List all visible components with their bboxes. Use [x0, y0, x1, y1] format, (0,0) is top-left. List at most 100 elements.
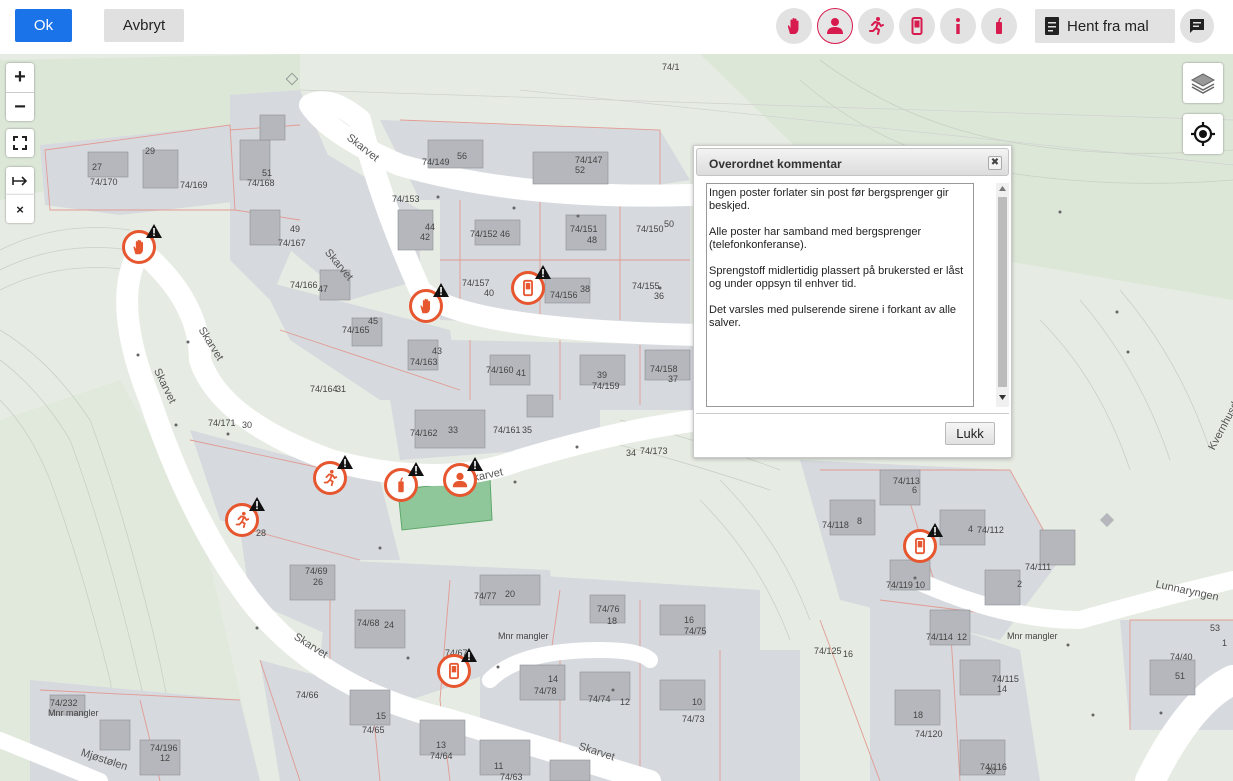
- cancel-button[interactable]: Avbryt: [104, 9, 184, 42]
- map-label: 74/112: [977, 525, 1004, 535]
- map-label: 74/169: [180, 180, 208, 190]
- map-label: 74/163: [410, 357, 438, 367]
- map-label: 74/151: [570, 224, 598, 234]
- clear-measure-button[interactable]: ×: [6, 195, 34, 223]
- chat-bubble-icon: [1190, 19, 1204, 33]
- map-label: 74/160: [486, 365, 514, 375]
- map-label: 74/63: [500, 772, 523, 781]
- post-type-guard-button[interactable]: [817, 8, 853, 44]
- post-type-runner-button[interactable]: [858, 8, 894, 44]
- scroll-up-icon[interactable]: [999, 186, 1006, 191]
- map-label: 8: [857, 516, 863, 526]
- map-label: 18: [913, 710, 924, 720]
- mobile-phone-icon: [911, 17, 923, 35]
- person-guard-icon: [827, 18, 843, 34]
- post-marker-phone[interactable]: [511, 265, 551, 305]
- mobile-phone-icon: [915, 537, 925, 555]
- map-label: 74/120: [915, 729, 943, 739]
- map-label: 74/115: [992, 674, 1019, 684]
- running-person-icon: [869, 17, 884, 35]
- textarea-scrollbar[interactable]: [996, 183, 1009, 407]
- info-icon: [956, 18, 960, 34]
- map-label: 74/64: [430, 751, 453, 761]
- post-marker-stop[interactable]: [122, 224, 162, 264]
- map-label: 74/155: [632, 281, 660, 291]
- post-type-explosive-button[interactable]: [981, 8, 1017, 44]
- map-label: 4: [968, 524, 974, 534]
- map-label: 51: [262, 168, 273, 178]
- zoom-in-button[interactable]: +: [6, 63, 34, 92]
- map-label: 37: [668, 374, 679, 384]
- map-label: 74/150: [636, 224, 664, 234]
- get-from-template-button[interactable]: Hent fra mal: [1035, 9, 1175, 43]
- map-label: 26: [313, 577, 324, 587]
- map-label: 56: [457, 151, 468, 161]
- scroll-down-icon[interactable]: [999, 395, 1006, 400]
- map-label: 12: [160, 753, 171, 763]
- post-marker-explosive[interactable]: [384, 462, 424, 502]
- measure-arrow-icon: [12, 176, 28, 186]
- map-label: 74/156: [550, 290, 578, 300]
- comment-button[interactable]: [1180, 9, 1214, 43]
- map-view[interactable]: Skarvet Skarvet Skarvet Skarvet Skarvet …: [0, 54, 1233, 781]
- map-label: 48: [587, 235, 598, 245]
- post-type-info-button[interactable]: [940, 8, 976, 44]
- scrollbar-thumb[interactable]: [998, 197, 1007, 387]
- warning-icon: [433, 283, 449, 297]
- map-label: 74/125: [814, 646, 842, 656]
- measure-button[interactable]: [6, 167, 34, 195]
- map-label: Mnr mangler: [498, 631, 549, 641]
- ok-button[interactable]: Ok: [15, 9, 72, 42]
- map-label: 40: [484, 288, 495, 298]
- comment-textarea[interactable]: Ingen poster forlater sin post før bergs…: [706, 183, 974, 407]
- map-label: 13: [436, 740, 447, 750]
- fullscreen-button[interactable]: [6, 129, 34, 157]
- map-label: 74/66: [296, 690, 319, 700]
- dialog-close-button[interactable]: ✖: [988, 156, 1002, 170]
- map-label: 46: [500, 229, 511, 239]
- map-label: 12: [620, 697, 631, 707]
- close-dialog-button[interactable]: Lukk: [945, 422, 995, 445]
- my-location-button[interactable]: [1183, 114, 1223, 154]
- post-marker-phone[interactable]: [437, 648, 477, 688]
- post-marker-phone[interactable]: [903, 523, 943, 563]
- overall-comment-dialog: Overordnet kommentar ✖ Ingen poster forl…: [693, 145, 1012, 458]
- map-label: 2: [1017, 579, 1023, 589]
- document-icon: [1045, 17, 1059, 35]
- map-label: 47: [318, 284, 329, 294]
- map-label: 10: [692, 697, 703, 707]
- map-label: 74/74: [588, 694, 611, 704]
- dialog-header[interactable]: Overordnet kommentar ✖: [696, 148, 1009, 176]
- map-label: 74/65: [362, 725, 385, 735]
- post-marker-runner[interactable]: [313, 455, 353, 495]
- map-label: 74/78: [534, 686, 557, 696]
- post-type-stop-button[interactable]: [776, 8, 812, 44]
- map-label: 74/1: [662, 62, 680, 72]
- person-guard-icon: [452, 472, 468, 488]
- map-label: 12: [957, 632, 968, 642]
- hand-stop-icon: [787, 18, 799, 34]
- map-label: 45: [368, 316, 379, 326]
- map-label: 74/68: [357, 618, 380, 628]
- map-label: 74/171: [208, 418, 236, 428]
- map-label: 18: [607, 616, 618, 626]
- zoom-out-button[interactable]: −: [6, 92, 34, 121]
- map-label: 35: [522, 425, 533, 435]
- layers-button[interactable]: [1183, 63, 1223, 103]
- map-label: 74/75: [684, 626, 707, 636]
- map-label: Mnr mangler: [48, 708, 99, 718]
- map-label: 16: [684, 615, 695, 625]
- post-marker-runner[interactable]: [225, 497, 265, 537]
- map-label: 74/167: [278, 238, 306, 248]
- post-marker-guard[interactable]: [443, 457, 483, 497]
- map-base-layer: [0, 54, 1233, 781]
- map-label: 1: [1222, 638, 1228, 648]
- post-type-phone-button[interactable]: [899, 8, 935, 44]
- map-label: 74/170: [90, 177, 118, 187]
- post-marker-stop[interactable]: [409, 283, 449, 323]
- map-label: 6: [912, 485, 918, 495]
- map-label: 27: [92, 162, 103, 172]
- map-label: 51: [1175, 671, 1186, 681]
- map-label: Mnr mangler: [1007, 631, 1058, 641]
- map-label: 10: [915, 580, 926, 590]
